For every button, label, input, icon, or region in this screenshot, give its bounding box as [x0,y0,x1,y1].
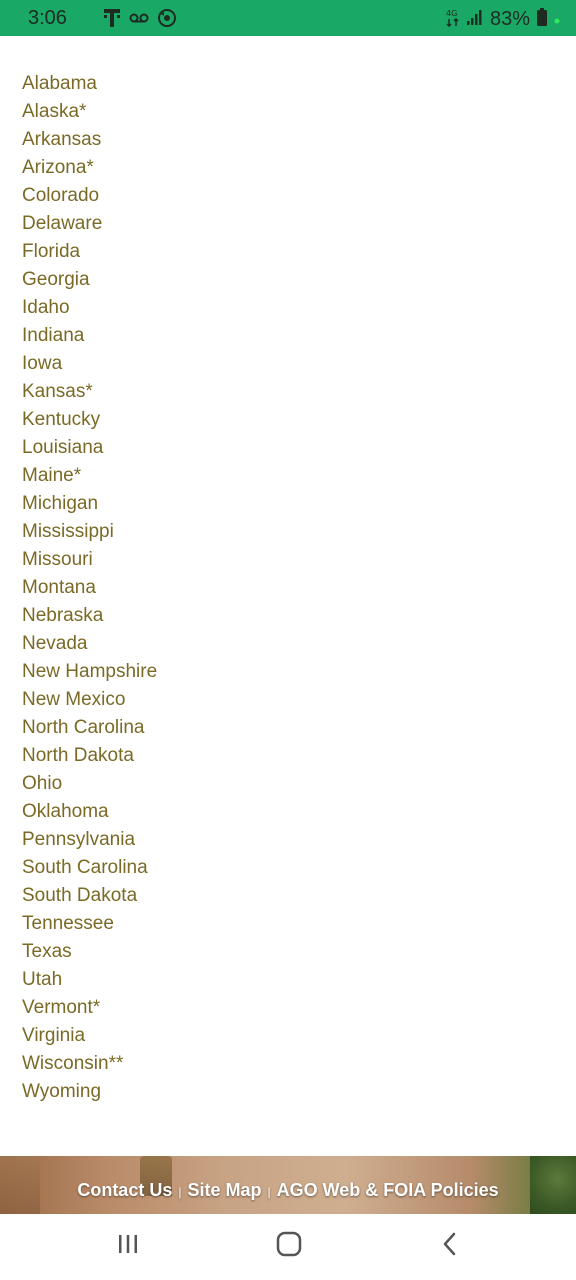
state-link[interactable]: Pennsylvania [22,826,157,854]
state-link[interactable]: Arkansas [22,126,157,154]
contact-us-link[interactable]: Contact Us [77,1180,172,1201]
state-link[interactable]: New Hampshire [22,658,157,686]
battery-percent: 83% [489,8,530,30]
state-link[interactable]: Delaware [22,210,157,238]
state-link[interactable]: Louisiana [22,434,157,462]
state-link[interactable]: Montana [22,574,157,602]
state-link[interactable]: Maine* [22,462,157,490]
state-link[interactable]: Alaska* [22,98,157,126]
system-status: 4G 83% [446,7,560,32]
state-link[interactable]: South Dakota [22,882,157,910]
state-link[interactable]: Idaho [22,294,157,322]
state-link[interactable]: Georgia [22,266,157,294]
privacy-dot-icon [554,11,560,29]
lte-data-icon: 4G [446,7,460,32]
state-link[interactable]: Ohio [22,770,157,798]
state-link[interactable]: Utah [22,966,157,994]
site-footer: Contact Us | Site Map | AGO Web & FOIA P… [0,1156,576,1214]
back-icon [440,1231,460,1262]
sync-icon [157,8,177,33]
recents-icon [116,1232,140,1261]
state-link-list: Alabama Alaska* Arkansas Arizona* Colorado De… [22,70,157,1106]
state-link[interactable]: Mississippi [22,518,157,546]
signal-bars-icon [466,8,484,31]
state-link[interactable]: Wyoming [22,1078,157,1106]
state-link[interactable]: Colorado [22,182,157,210]
system-nav-bar [0,1214,576,1280]
status-time: 3:06 [28,7,67,29]
state-link[interactable]: South Carolina [22,854,157,882]
state-link[interactable]: Nevada [22,630,157,658]
state-link[interactable]: Florida [22,238,157,266]
t-mobile-icon [103,8,121,33]
state-link[interactable]: Wisconsin** [22,1050,157,1078]
recents-button[interactable] [108,1230,148,1262]
state-link[interactable]: Virginia [22,1022,157,1050]
state-link[interactable]: Texas [22,938,157,966]
state-link[interactable]: Tennessee [22,910,157,938]
web-foia-policies-link[interactable]: AGO Web & FOIA Policies [277,1180,499,1201]
footer-separator: | [267,1185,271,1199]
home-icon [276,1231,302,1262]
footer-links: Contact Us | Site Map | AGO Web & FOIA P… [0,1180,576,1201]
footer-separator: | [178,1185,182,1199]
home-button[interactable] [269,1230,309,1262]
state-link[interactable]: Kentucky [22,406,157,434]
site-map-link[interactable]: Site Map [187,1180,261,1201]
voicemail-icon [129,11,149,30]
state-link[interactable]: Vermont* [22,994,157,1022]
notification-icons [103,8,177,33]
state-link[interactable]: Indiana [22,322,157,350]
state-link[interactable]: North Carolina [22,714,157,742]
state-link[interactable]: New Mexico [22,686,157,714]
state-link[interactable]: Kansas* [22,378,157,406]
svg-text:4G: 4G [446,9,457,18]
state-link[interactable]: Missouri [22,546,157,574]
state-link[interactable]: Oklahoma [22,798,157,826]
battery-icon [536,7,548,32]
back-button[interactable] [430,1230,470,1262]
state-link[interactable]: North Dakota [22,742,157,770]
state-link[interactable]: Alabama [22,70,157,98]
state-link[interactable]: Nebraska [22,602,157,630]
state-link[interactable]: Michigan [22,490,157,518]
state-link[interactable]: Arizona* [22,154,157,182]
state-link[interactable]: Iowa [22,350,157,378]
status-bar: 3:06 4G 83% [0,0,576,36]
